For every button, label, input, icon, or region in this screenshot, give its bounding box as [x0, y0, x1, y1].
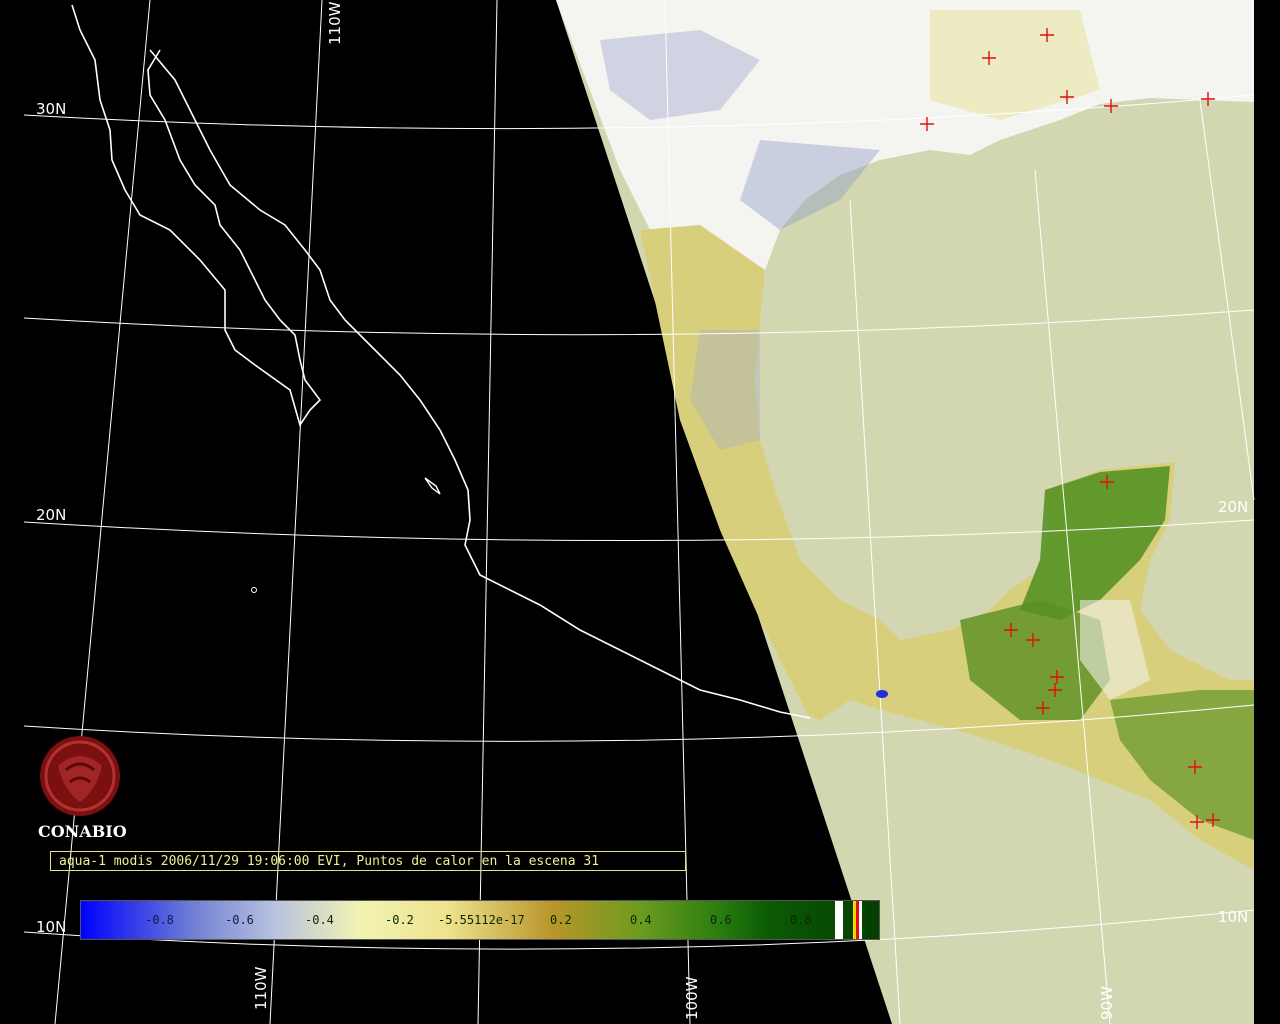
conabio-logo: [36, 736, 132, 822]
label-lon-90-bottom: 90W: [1098, 986, 1116, 1020]
label-lon-110-top: 110W: [326, 1, 344, 45]
colorbar-tick: 0.2: [550, 913, 572, 927]
water-anomaly: [876, 690, 888, 698]
conabio-title: CONABIO: [38, 822, 127, 841]
colorbar-tick: 0.8: [790, 913, 812, 927]
label-lon-100-bottom: 100W: [683, 976, 701, 1020]
colorbar-cloud-swatch: [835, 901, 843, 939]
label-lat-10-right: 10N: [1218, 908, 1248, 926]
colorbar-tick: -5.55112e-17: [438, 913, 525, 927]
colorbar-tick: -0.6: [225, 913, 254, 927]
label-lat-20-left: 20N: [36, 506, 66, 524]
label-lat-10-left: 10N: [36, 918, 66, 936]
label-lat-30: 30N: [36, 100, 66, 118]
colorbar-swatch-white: [859, 901, 862, 939]
label-lat-20-right: 20N: [1218, 498, 1248, 516]
evi-colorbar: -0.8 -0.6 -0.4 -0.2 -5.55112e-17 0.2 0.4…: [80, 900, 880, 940]
colorbar-tick: 0.4: [630, 913, 652, 927]
colorbar-tick: -0.8: [145, 913, 174, 927]
scene-caption: aqua-1 modis 2006/11/29 19:06:00 EVI, Pu…: [50, 851, 686, 871]
colorbar-tick: -0.4: [305, 913, 334, 927]
conabio-emblem-icon: [40, 736, 120, 816]
label-lon-110-bottom: 110W: [252, 966, 270, 1010]
colorbar-tick: -0.2: [385, 913, 414, 927]
colorbar-tick: 0.6: [710, 913, 732, 927]
